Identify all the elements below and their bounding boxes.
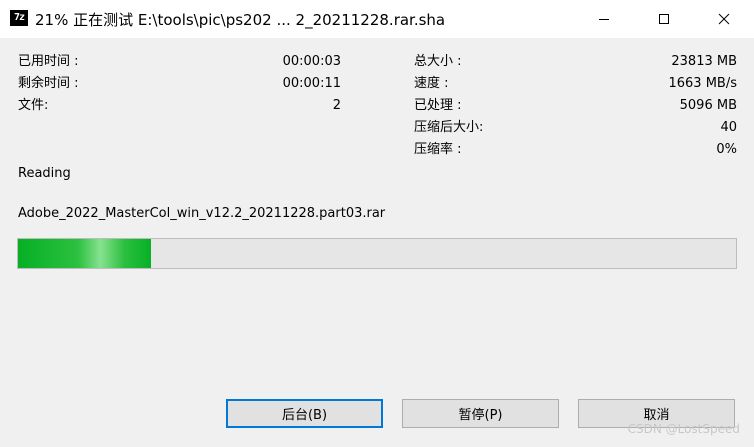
close-button[interactable] [695, 0, 753, 38]
operation-status: Reading [18, 166, 71, 181]
maximize-button[interactable] [635, 0, 693, 38]
minimize-button[interactable] [575, 0, 633, 38]
title-bar[interactable]: 7z 21% 正在测试 E:\tools\pic\ps202 ... 2_202… [0, 0, 754, 38]
maximize-icon [659, 14, 669, 24]
background-button[interactable]: 后台(B) [226, 399, 383, 428]
files-value: 2 [332, 98, 341, 113]
compressed-size-label: 压缩后大小: [414, 120, 484, 135]
files-label: 文件: [18, 98, 49, 113]
speed-label: 速度 : [414, 76, 449, 91]
watermark-text: CSDN @LostSpeed [627, 422, 740, 436]
processed-value: 5096 MB [679, 98, 737, 113]
7zip-app-icon: 7z [10, 10, 28, 26]
compression-ratio-label: 压缩率 : [414, 142, 462, 157]
total-size-value: 23813 MB [671, 54, 737, 69]
processed-label: 已处理 : [414, 98, 462, 113]
close-icon [718, 13, 730, 25]
elapsed-time-value: 00:00:03 [282, 54, 341, 69]
current-file-name: Adobe_2022_MasterCol_win_v12.2_20211228.… [18, 206, 386, 221]
remaining-time-label: 剩余时间 : [18, 76, 79, 91]
window-title: 21% 正在测试 E:\tools\pic\ps202 ... 2_202112… [35, 11, 446, 29]
total-size-label: 总大小 : [414, 54, 462, 69]
minimize-icon [599, 19, 609, 20]
elapsed-time-label: 已用时间 : [18, 54, 79, 69]
pause-button[interactable]: 暂停(P) [402, 399, 559, 428]
compression-ratio-value: 0% [716, 142, 737, 157]
progress-bar-fill [18, 239, 151, 268]
progress-bar [17, 238, 737, 269]
remaining-time-value: 00:00:11 [282, 76, 341, 91]
speed-value: 1663 MB/s [668, 76, 737, 91]
compressed-size-value: 40 [720, 120, 737, 135]
